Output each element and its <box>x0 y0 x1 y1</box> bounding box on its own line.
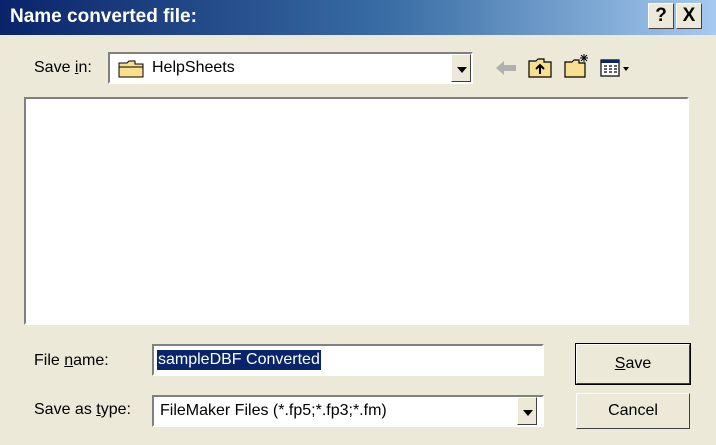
new-folder-icon[interactable] <box>562 53 590 79</box>
save-in-dropdown-button[interactable] <box>451 54 471 82</box>
dialog-title: Name converted file: <box>10 6 197 27</box>
save-in-combo[interactable]: HelpSheets <box>108 52 473 84</box>
save-as-type-combo[interactable]: FileMaker Files (*.fp5;*.fp3;*.fm) <box>152 395 544 427</box>
title-bar[interactable]: Name converted file: ? X <box>0 0 716 35</box>
chevron-down-icon <box>457 67 467 73</box>
file-name-value: sampleDBF Converted <box>157 350 321 370</box>
view-menu-icon[interactable] <box>598 55 634 81</box>
file-list[interactable] <box>24 97 689 325</box>
up-folder-icon[interactable] <box>526 55 554 81</box>
chevron-down-icon <box>523 410 533 416</box>
save-in-label: Save in: <box>34 59 92 76</box>
save-as-type-value: FileMaker Files (*.fp5;*.fp3;*.fm) <box>160 402 387 419</box>
save-button[interactable]: Save <box>576 344 690 384</box>
save-dialog: Name converted file: ? X Save in: HelpSh… <box>0 0 716 445</box>
save-as-type-label: Save as type: <box>34 401 131 418</box>
file-name-label: File name: <box>34 352 109 369</box>
folder-icon <box>118 60 144 78</box>
file-name-input[interactable]: sampleDBF Converted <box>152 344 544 376</box>
back-arrow-icon[interactable] <box>492 55 520 81</box>
save-as-type-dropdown-button[interactable] <box>517 397 537 425</box>
help-button[interactable]: ? <box>648 3 674 29</box>
close-button[interactable]: X <box>676 3 702 29</box>
save-in-value: HelpSheets <box>152 59 235 76</box>
cancel-button[interactable]: Cancel <box>576 393 690 429</box>
